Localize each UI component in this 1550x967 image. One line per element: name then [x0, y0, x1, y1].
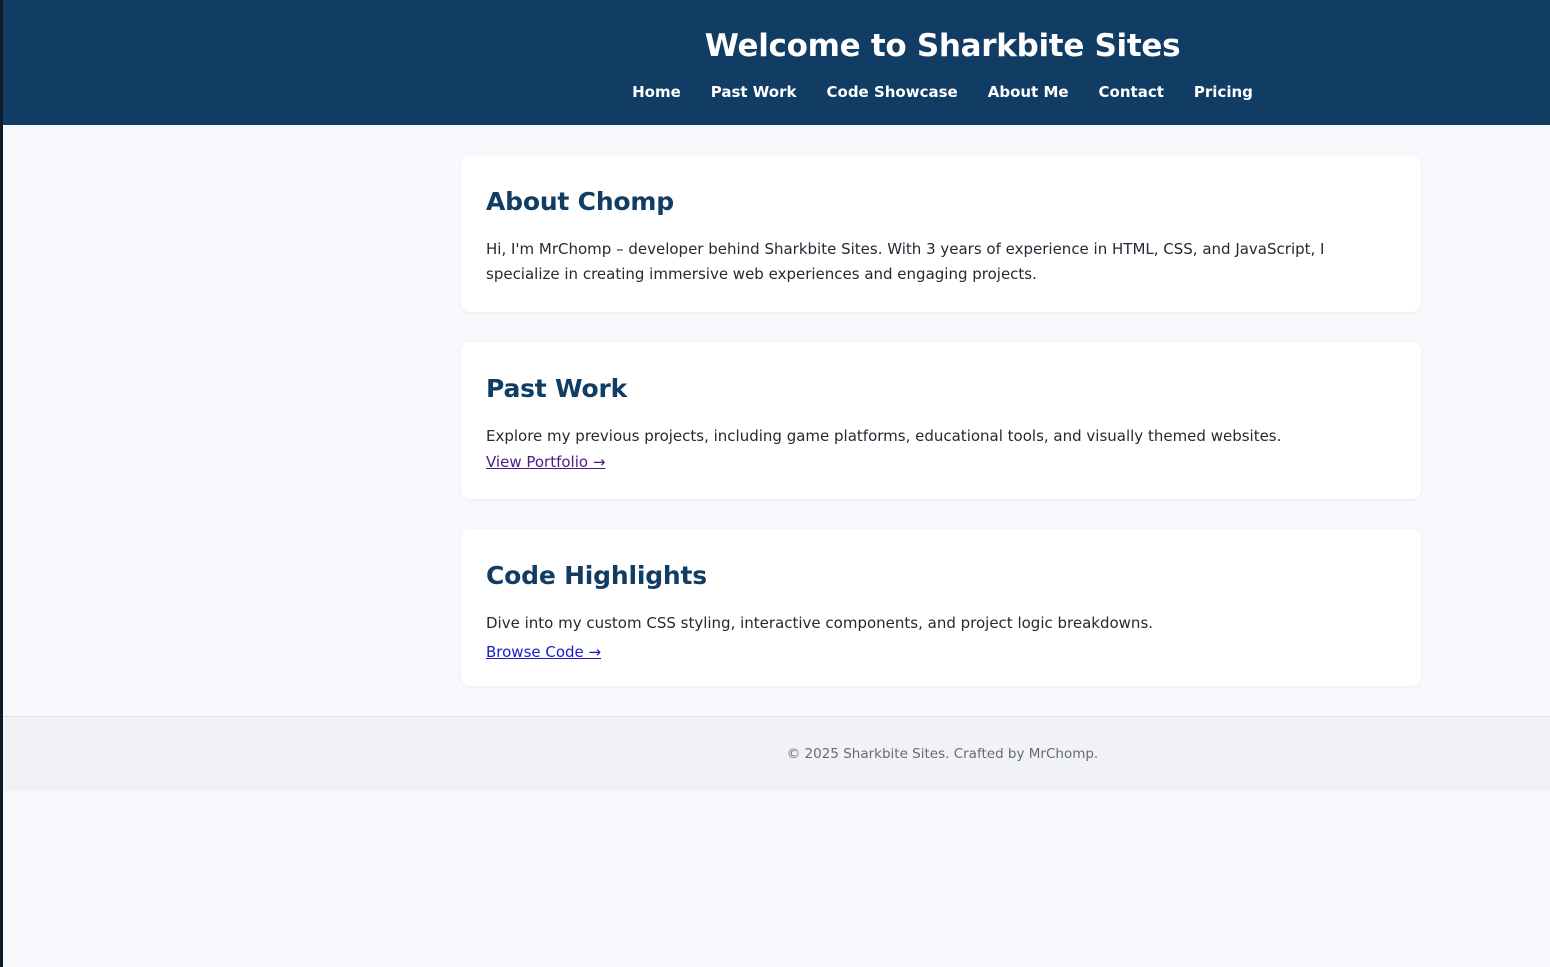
- main-nav: Home Past Work Code Showcase About Me Co…: [3, 81, 1550, 103]
- past-work-heading: Past Work: [486, 374, 628, 403]
- past-work-card: Past Work Explore my previous projects, …: [461, 342, 1421, 499]
- code-highlights-card: Code Highlights Dive into my custom CSS …: [461, 529, 1421, 686]
- code-highlights-heading: Code Highlights: [486, 561, 707, 590]
- code-highlights-text: Dive into my custom CSS styling, interac…: [486, 614, 1154, 632]
- about-heading: About Chomp: [486, 187, 674, 216]
- nav-past-work[interactable]: Past Work: [711, 81, 797, 103]
- past-work-text: Explore my previous projects, including …: [486, 427, 1282, 445]
- window-edge: [0, 0, 3, 967]
- view-portfolio-link[interactable]: View Portfolio →: [486, 449, 605, 475]
- footer-text: © 2025 Sharkbite Sites. Crafted by MrCho…: [786, 746, 1099, 762]
- nav-home[interactable]: Home: [632, 81, 681, 103]
- nav-about-me[interactable]: About Me: [988, 81, 1069, 103]
- nav-contact[interactable]: Contact: [1099, 81, 1164, 103]
- browse-code-link[interactable]: Browse Code →: [486, 639, 601, 665]
- nav-pricing[interactable]: Pricing: [1194, 81, 1253, 103]
- site-header: Welcome to Sharkbite Sites Home Past Wor…: [3, 0, 1550, 125]
- site-footer: © 2025 Sharkbite Sites. Crafted by MrCho…: [3, 716, 1550, 791]
- about-card: About Chomp Hi, I'm MrChomp – developer …: [461, 155, 1421, 312]
- site-title: Welcome to Sharkbite Sites: [704, 28, 1181, 64]
- nav-code-showcase[interactable]: Code Showcase: [827, 81, 958, 103]
- about-text: Hi, I'm MrChomp – developer behind Shark…: [486, 240, 1325, 283]
